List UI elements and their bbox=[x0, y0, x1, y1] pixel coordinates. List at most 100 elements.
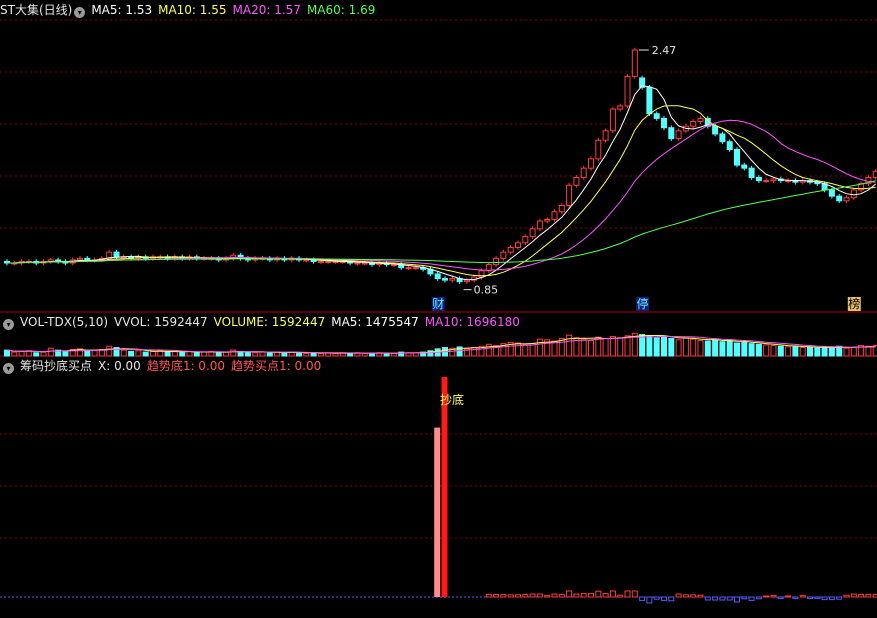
indicator-bar bbox=[777, 596, 784, 599]
indicator-bar bbox=[858, 593, 865, 598]
volume-bar-up bbox=[850, 347, 857, 357]
indicator-bar bbox=[544, 595, 551, 598]
indicator-bar bbox=[668, 596, 675, 602]
circle-down-icon[interactable]: ▾ bbox=[3, 363, 14, 374]
ma10-line bbox=[7, 105, 876, 277]
indicator-bar bbox=[639, 596, 646, 601]
candle-up bbox=[515, 242, 521, 248]
indicator-bar bbox=[595, 590, 602, 598]
volume-bar-down bbox=[128, 350, 135, 357]
indicator-bar bbox=[712, 596, 719, 601]
volume-bar-up bbox=[682, 337, 689, 357]
ma5-value: MA5: 1.53 bbox=[91, 3, 153, 17]
circle-down-icon[interactable]: ▾ bbox=[74, 7, 86, 18]
candle-up bbox=[500, 251, 507, 259]
indicator-bar bbox=[814, 596, 821, 599]
signal-bar-pink bbox=[434, 427, 441, 597]
volume-ma5-value: MA5: 1475547 bbox=[331, 315, 419, 329]
volume-bar-down bbox=[84, 350, 91, 357]
ma20-line bbox=[7, 119, 876, 271]
low-price-label: 0.85 bbox=[474, 284, 499, 297]
indicator-bar bbox=[624, 590, 631, 598]
volume-bar-down bbox=[814, 347, 821, 357]
moving-average-lines bbox=[7, 85, 877, 281]
candle-down bbox=[748, 167, 755, 178]
candle-down bbox=[755, 176, 762, 182]
circle-down-icon[interactable]: ▾ bbox=[3, 319, 14, 330]
candle-down bbox=[442, 278, 448, 281]
candle-down bbox=[719, 133, 726, 143]
volume-bar-down bbox=[828, 347, 835, 357]
indicator-bar bbox=[785, 595, 792, 598]
ma10-value: MA10: 1.55 bbox=[158, 3, 227, 17]
ma20-value: MA20: 1.57 bbox=[232, 3, 301, 17]
indicator-bar bbox=[697, 594, 704, 598]
marker-bang: 榜 bbox=[848, 296, 860, 311]
volume-bar-down bbox=[726, 339, 733, 357]
candle-down bbox=[828, 189, 835, 197]
trend-buy-value: 趋势买点1: 0.00 bbox=[231, 359, 322, 373]
volume-bar-up bbox=[18, 350, 25, 357]
indicator-bar bbox=[704, 596, 711, 601]
volume-bar-up bbox=[201, 351, 208, 357]
volume-bar-up bbox=[252, 352, 259, 357]
candle-down bbox=[726, 141, 733, 151]
volume-bar-up bbox=[602, 337, 609, 357]
volume-bar-down bbox=[734, 342, 740, 357]
candle-up bbox=[77, 257, 83, 261]
high-price-label: 2.47 bbox=[652, 44, 677, 57]
candle-up bbox=[544, 218, 551, 222]
indicator-bar bbox=[836, 596, 843, 600]
marker-cai: 财 bbox=[432, 297, 444, 311]
marker-ting: 停 bbox=[637, 296, 649, 311]
candle-up bbox=[850, 189, 857, 199]
candle-up bbox=[405, 267, 412, 270]
indicator-bar bbox=[653, 596, 660, 600]
indicator-bar bbox=[536, 593, 543, 598]
volume-panel-header: ▾ VOL-TDX(5,10) VVOL: 1592447 VOLUME: 15924… bbox=[0, 313, 526, 331]
candle-down bbox=[84, 257, 91, 261]
candle-up bbox=[843, 197, 850, 202]
volume-bar-up bbox=[259, 351, 266, 357]
volume-bar-up bbox=[865, 345, 872, 357]
indicator-bar bbox=[755, 596, 762, 600]
volume-bar-up bbox=[580, 338, 587, 357]
indicator-bar bbox=[617, 594, 624, 598]
volume-bar-down bbox=[266, 352, 273, 357]
indicator-bar bbox=[566, 590, 573, 598]
volume-bar-down bbox=[821, 346, 828, 357]
volume-bar-up bbox=[106, 345, 113, 357]
volume-bar-up bbox=[595, 336, 602, 357]
volume-bar-down bbox=[661, 336, 667, 357]
candle-down bbox=[741, 164, 748, 169]
candle-up bbox=[609, 108, 616, 132]
indicator-bar bbox=[748, 596, 755, 601]
volume-bar-down bbox=[281, 352, 288, 357]
candle-up bbox=[551, 211, 558, 220]
volume-bar-up bbox=[135, 350, 142, 357]
volume-bar-up bbox=[47, 347, 54, 357]
volume-bar-down bbox=[748, 343, 755, 357]
volume-bar-up bbox=[690, 338, 697, 357]
indicator-bar bbox=[609, 590, 616, 598]
signal-label: 抄底 bbox=[440, 392, 464, 407]
indicator-bar bbox=[529, 593, 536, 598]
indicator-bar bbox=[507, 594, 514, 598]
volume-bar-down bbox=[792, 345, 799, 357]
volume-bar-down bbox=[4, 349, 10, 357]
indicator-bar bbox=[719, 596, 726, 601]
candle-up bbox=[697, 117, 704, 123]
volume-bar-up bbox=[763, 344, 770, 357]
volume-bar-up bbox=[770, 345, 777, 357]
indicator-bar bbox=[734, 596, 740, 603]
indicator-bar bbox=[682, 594, 689, 598]
indicator-bar bbox=[690, 594, 697, 598]
indicator-panel bbox=[0, 377, 877, 604]
candle-up bbox=[507, 246, 514, 253]
volume-bar-up bbox=[91, 349, 98, 357]
indicator-bar bbox=[792, 596, 799, 599]
volume-bar-up bbox=[361, 352, 368, 357]
volume-bar-up bbox=[697, 339, 704, 357]
indicator-name: 筹码抄底买点 bbox=[20, 359, 93, 373]
indicator-bar bbox=[872, 593, 877, 598]
